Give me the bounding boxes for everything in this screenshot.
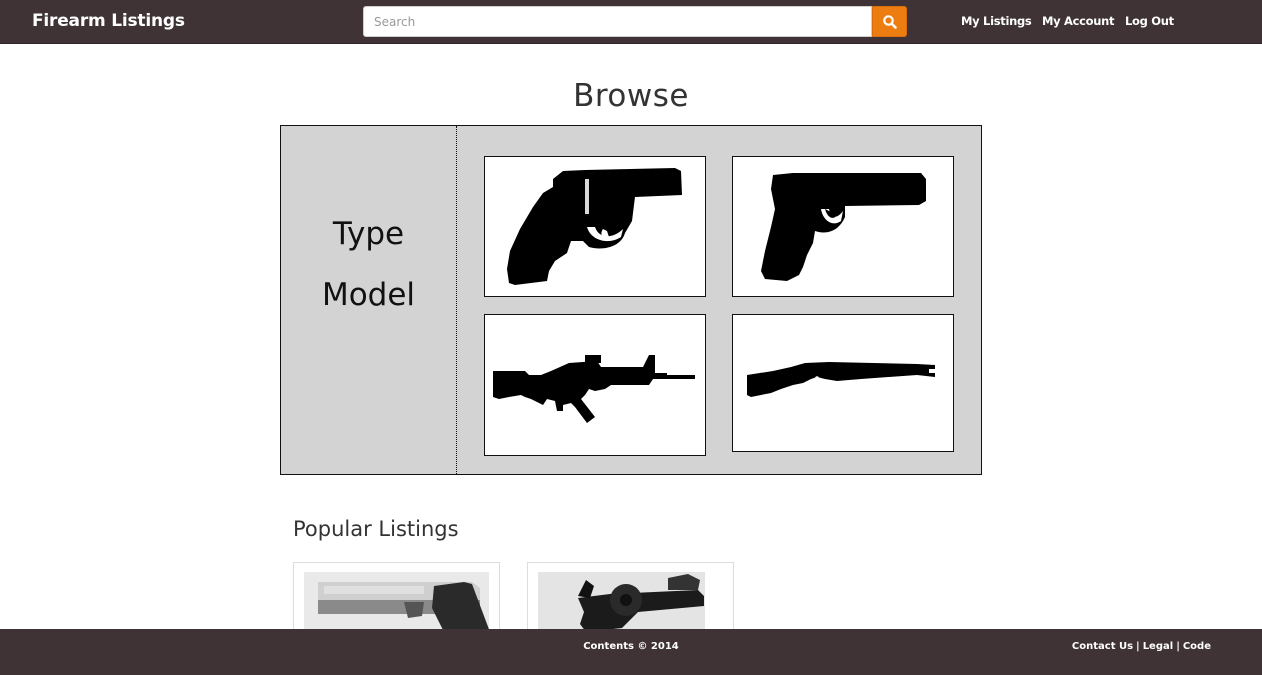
search-icon: [883, 15, 897, 29]
category-tile-revolver[interactable]: [484, 156, 706, 297]
browse-panel: Type Model: [280, 125, 982, 475]
footer: Contents © 2014 Contact Us | Legal | Code: [0, 629, 1262, 675]
footer-links: Contact Us | Legal | Code: [1072, 641, 1211, 652]
search-input[interactable]: [363, 6, 872, 37]
rifle-icon: [493, 355, 695, 423]
silver-pistol-photo: [304, 572, 489, 632]
footer-link-code[interactable]: Code: [1183, 641, 1211, 652]
brand-logo-link[interactable]: Firearm Listings: [32, 11, 185, 31]
nav-my-account[interactable]: My Account: [1042, 14, 1115, 28]
category-tile-rifle[interactable]: [484, 314, 706, 456]
navbar: Firearm Listings My Listings My Account …: [0, 0, 1262, 44]
page-title: Browse: [573, 78, 689, 114]
pistol-icon: [761, 173, 926, 281]
filter-type-link[interactable]: Type: [281, 216, 456, 252]
category-tile-shotgun[interactable]: [732, 314, 954, 452]
popular-listings-title: Popular Listings: [293, 517, 459, 541]
black-revolver-photo: [538, 572, 705, 632]
category-tile-pistol[interactable]: [732, 156, 954, 297]
footer-separator: |: [1136, 641, 1140, 652]
revolver-icon: [507, 168, 682, 285]
footer-link-contact-us[interactable]: Contact Us: [1072, 641, 1133, 652]
shotgun-icon: [747, 362, 935, 397]
nav-my-listings[interactable]: My Listings: [961, 14, 1032, 28]
nav-log-out[interactable]: Log Out: [1125, 14, 1174, 28]
search-button[interactable]: [872, 6, 907, 37]
footer-link-legal[interactable]: Legal: [1143, 641, 1174, 652]
footer-separator: |: [1176, 641, 1180, 652]
browse-filter-column: Type Model: [281, 126, 457, 474]
filter-model-link[interactable]: Model: [281, 277, 456, 313]
